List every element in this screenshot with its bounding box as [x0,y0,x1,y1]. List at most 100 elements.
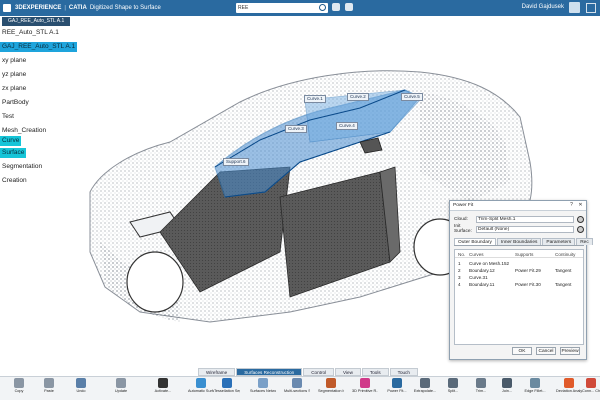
column-header: No. [458,252,466,257]
table-row[interactable]: 1 Curve on Mesh.152 [455,260,583,267]
tree-item[interactable]: Mesh_Creation [0,126,48,136]
table-row[interactable]: 4 Boundary.11 Power Fit.30 Tangent [455,281,583,288]
ok-button[interactable]: OK [512,347,532,355]
tree-item[interactable]: Test [0,112,16,122]
tree-item[interactable]: REE_Auto_STL A.1 [0,28,61,38]
tree-item[interactable]: xy plane [0,56,28,66]
curve-label[interactable]: Curve.4 [336,122,358,130]
toolbar-button[interactable]: Segmentation by Curvature [318,378,344,400]
support-label[interactable]: Support.6 [223,158,249,166]
toolbar-button-label: Multi-sections Surface... [284,389,310,393]
toolbar-button-label: 3D Primitive R... [352,389,378,393]
power-fit-icon [392,378,402,388]
automatic-surface-icon [196,378,206,388]
titlebar-icons [332,3,353,11]
toolbar-button-label: Update [114,389,128,393]
preview-button[interactable]: Preview [560,347,580,355]
tab-surfaces-reconstruction[interactable]: Surfaces Reconstruction [236,368,303,376]
toolbar-button[interactable]: Edge Fillet... [522,378,548,400]
dialog-controls: ? ✕ [568,202,584,209]
toolbar-button[interactable]: Update [108,378,134,400]
copy-icon [14,378,24,388]
tree-item[interactable]: zx plane [0,84,28,94]
join-icon [502,378,512,388]
tab-rec[interactable]: Rec [576,238,593,245]
bookmark-icon[interactable] [332,3,340,11]
search-scope[interactable]: REE [238,5,248,11]
avatar[interactable] [569,2,580,13]
compass-icon[interactable] [3,4,11,12]
tab-wireframe[interactable]: Wireframe [198,368,236,376]
tree-item[interactable]: yz plane [0,70,28,80]
document-tab[interactable]: GAJ_REE_Auto_STL A.1 [2,17,71,26]
tree-item[interactable]: Segmentation [0,162,44,172]
column-header: Supports [515,252,534,257]
tree-item-highlighted[interactable]: Surface [0,148,27,158]
toolbar-button[interactable]: Tessellation Segmentati... [214,378,240,400]
undo-icon [76,378,86,388]
init-surface-row: Init Surface: Default (None) [454,224,584,234]
table-row[interactable]: 2 Boundary.12 Power Fit.29 Tangent [455,267,583,274]
toolbar-button[interactable]: Paste [36,378,62,400]
toolbar-button-label: Activate... [154,389,172,393]
toolbar-button[interactable]: Surfaces Network... [250,378,276,400]
curve-label[interactable]: Curve.5 [401,93,423,101]
close-icon[interactable]: ✕ [577,202,584,209]
tab-control[interactable]: Control [303,368,335,376]
trim-icon [476,378,486,388]
toolbar-button[interactable]: Conn... Check... [582,378,600,400]
column-header: Continuity [555,252,576,257]
share-icon[interactable] [586,3,596,13]
dialog-title[interactable]: Power Fit [450,201,586,211]
cancel-button[interactable]: Cancel [536,347,556,355]
tab-parameters[interactable]: Parameters [542,238,576,245]
init-surface-field[interactable]: Default (None) [476,225,574,233]
dialog-tabs: Outer Boundary Inner Boundaries Paramete… [454,238,593,246]
toolbar-button[interactable]: Split... [440,378,466,400]
cell-curve: Boundary.11 [469,282,495,287]
toolbar-button-label: Join... [501,389,513,393]
toolbar-button[interactable]: Join... [494,378,520,400]
primitive-icon [360,378,370,388]
tab-view[interactable]: View [335,368,361,376]
search-icon[interactable] [319,4,326,11]
curve-label[interactable]: Curve.2 [347,93,369,101]
toolbar-button[interactable]: Multi-sections Surface... [284,378,310,400]
tree-item-selected[interactable]: GAJ_REE_Auto_STL A.1 [0,42,78,52]
toolbar-button[interactable]: Power Fit... [384,378,410,400]
toolbar-button[interactable]: Activate... [150,378,176,400]
tab-tools[interactable]: Tools [361,368,389,376]
tree-item-highlighted[interactable]: Curve [0,136,22,146]
boundary-table: No. Curves Supports Continuity 1 Curve o… [454,249,584,345]
power-fit-dialog: Power Fit ? ✕ Cloud: Trim-Split Mesh.1 I… [449,200,593,360]
update-icon [116,378,126,388]
visibility-icon[interactable] [577,225,584,233]
extrapolate-icon [420,378,430,388]
tab-inner-boundaries[interactable]: Inner Boundaries [496,238,542,245]
user-name[interactable]: David Gajdusek [522,4,564,10]
cell-continuity: Tangent [555,268,572,273]
toolbar-button[interactable]: Automatic Surface... [188,378,214,400]
cell-continuity: Tangent [555,282,572,287]
help-icon[interactable]: ? [568,202,575,209]
toolbar-button[interactable]: Extrapolate... [412,378,438,400]
toolbar-button[interactable]: Trim... [468,378,494,400]
tree-item[interactable]: PartBody [0,98,31,108]
table-row[interactable]: 3 Curve.31 [455,274,583,281]
tab-outer-boundary[interactable]: Outer Boundary [454,238,496,245]
toolbar-button-label: Conn... Check... [582,389,600,393]
visibility-icon[interactable] [577,215,584,223]
split-icon [448,378,458,388]
toolbar-button-label: Tessellation Segmentati... [214,389,240,393]
cloud-field[interactable]: Trim-Split Mesh.1 [476,215,574,223]
tab-touch[interactable]: Touch [389,368,418,376]
toolbar-button[interactable]: Copy [6,378,32,400]
curve-label[interactable]: Curve.3 [285,125,307,133]
tag-icon[interactable] [345,3,353,11]
toolbar-button[interactable]: Undo [68,378,94,400]
search-box[interactable]: REE [236,3,328,13]
toolbar-button[interactable]: Deviation Analysis... [556,378,582,400]
tree-item[interactable]: Creation [0,176,29,186]
curve-label[interactable]: Curve.1 [304,95,326,103]
toolbar-button[interactable]: 3D Primitive R... [352,378,378,400]
